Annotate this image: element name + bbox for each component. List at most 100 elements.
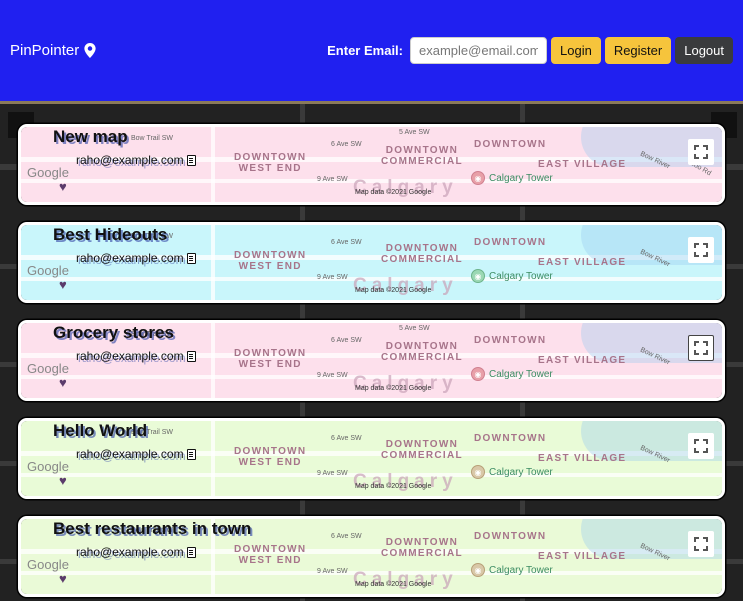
map-title[interactable]: New map (53, 127, 128, 147)
camera-icon: ◉ (471, 367, 485, 381)
map-area-label: DOWNTOWN COMMERCIAL (381, 145, 463, 167)
street-label: 6 Ave SW (331, 141, 362, 148)
map-area-label: DOWNTOWN COMMERCIAL (381, 537, 463, 559)
map-owner: raho@example.com (76, 545, 196, 559)
street-label: 5 Ave SW (399, 129, 430, 136)
poi-calgary-tower[interactable]: ◉ Calgary Tower (471, 171, 553, 185)
brand[interactable]: PinPointer (10, 42, 96, 59)
camera-icon: ◉ (471, 563, 485, 577)
heart-icon[interactable]: ♥ (59, 571, 67, 586)
auth-controls: Enter Email: Login Register Logout (327, 37, 733, 64)
clipboard-icon[interactable] (186, 448, 196, 460)
register-button[interactable]: Register (604, 37, 672, 64)
map-area-label: DOWNTOWN (474, 237, 547, 248)
map-area-label: EAST VILLAGE (538, 355, 627, 366)
map-area-label: DOWNTOWN COMMERCIAL (381, 243, 463, 265)
google-logo: Google (27, 459, 69, 474)
poi-calgary-tower[interactable]: ◉ Calgary Tower (471, 367, 553, 381)
map-owner: raho@example.com (76, 251, 196, 265)
poi-calgary-tower[interactable]: ◉ Calgary Tower (471, 269, 553, 283)
street-label: Bow Trail SW (131, 135, 174, 142)
email-input[interactable] (410, 37, 547, 64)
map-owner: raho@example.com (76, 349, 196, 363)
map-list: Bow Trail SW 5 Ave SW 6 Ave SW 9 Ave SW … (18, 124, 725, 601)
map-title[interactable]: Best restaurants in town (53, 519, 251, 539)
map-title[interactable]: Best Hideouts (53, 225, 167, 245)
map-area-label: EAST VILLAGE (538, 551, 627, 562)
heart-icon[interactable]: ♥ (59, 375, 67, 390)
map-attribution: Map data ©2021 Google (355, 189, 432, 196)
google-logo: Google (27, 263, 69, 278)
brand-name[interactable]: PinPointer (10, 42, 79, 59)
clipboard-icon[interactable] (186, 350, 196, 362)
poi-label: Calgary Tower (489, 368, 553, 380)
poi-label: Calgary Tower (489, 270, 553, 282)
fullscreen-icon (694, 145, 708, 159)
street-label: 5 Ave SW (399, 325, 430, 332)
owner-email: raho@example.com (76, 251, 184, 265)
camera-icon: ◉ (471, 269, 485, 283)
fullscreen-button[interactable] (688, 433, 714, 459)
map-card[interactable]: Bow Trail SW 6 Ave SW 9 Ave SW Bow River… (18, 418, 725, 499)
map-area-label: DOWNTOWN WEST END (234, 348, 307, 370)
poi-label: Calgary Tower (489, 172, 553, 184)
map-card[interactable]: Bow Trail SW 5 Ave SW 6 Ave SW 9 Ave SW … (18, 320, 725, 401)
map-area-label: DOWNTOWN WEST END (234, 544, 307, 566)
owner-email: raho@example.com (76, 447, 184, 461)
map-area-label: DOWNTOWN WEST END (234, 250, 307, 272)
street-label: 9 Ave SW (317, 568, 348, 575)
poi-calgary-tower[interactable]: ◉ Calgary Tower (471, 465, 553, 479)
owner-email: raho@example.com (76, 153, 184, 167)
navbar-divider (0, 101, 743, 104)
map-owner: raho@example.com (76, 153, 196, 167)
map-title[interactable]: Hello World (53, 421, 147, 441)
heart-icon[interactable]: ♥ (59, 277, 67, 292)
street-label: 9 Ave SW (317, 470, 348, 477)
street-label: 6 Ave SW (331, 533, 362, 540)
map-area-label: EAST VILLAGE (538, 159, 627, 170)
map-attribution: Map data ©2021 Google (355, 287, 432, 294)
map-area-label: DOWNTOWN (474, 139, 547, 150)
navbar: PinPointer Enter Email: Login Register L… (0, 0, 743, 101)
login-button[interactable]: Login (551, 37, 601, 64)
street-label: 6 Ave SW (331, 435, 362, 442)
email-label: Enter Email: (327, 43, 403, 58)
map-card[interactable]: Bow Trail SW 6 Ave SW 9 Ave SW Bow River… (18, 222, 725, 303)
map-title[interactable]: Grocery stores (53, 323, 174, 343)
fullscreen-button[interactable] (688, 531, 714, 557)
heart-icon[interactable]: ♥ (59, 473, 67, 488)
google-logo: Google (27, 361, 69, 376)
fullscreen-icon (694, 439, 708, 453)
google-logo: Google (27, 557, 69, 572)
map-area-label: DOWNTOWN WEST END (234, 446, 307, 468)
map-area-label: DOWNTOWN COMMERCIAL (381, 341, 463, 363)
map-area-label: EAST VILLAGE (538, 453, 627, 464)
poi-label: Calgary Tower (489, 466, 553, 478)
clipboard-icon[interactable] (186, 252, 196, 264)
clipboard-icon[interactable] (186, 546, 196, 558)
street-label: 9 Ave SW (317, 372, 348, 379)
map-area-label: DOWNTOWN (474, 531, 547, 542)
street-label: 9 Ave SW (317, 176, 348, 183)
fullscreen-icon (694, 341, 708, 355)
map-attribution: Map data ©2021 Google (355, 581, 432, 588)
clipboard-icon[interactable] (186, 154, 196, 166)
logout-button[interactable]: Logout (675, 37, 733, 64)
fullscreen-icon (694, 243, 708, 257)
fullscreen-button[interactable] (688, 139, 714, 165)
fullscreen-button[interactable] (688, 335, 714, 361)
fullscreen-icon (694, 537, 708, 551)
camera-icon: ◉ (471, 465, 485, 479)
map-area-label: DOWNTOWN WEST END (234, 152, 307, 174)
map-card[interactable]: Bow Trail SW 5 Ave SW 6 Ave SW 9 Ave SW … (18, 124, 725, 205)
google-logo: Google (27, 165, 69, 180)
map-card[interactable]: Bow Trail SW 6 Ave SW 9 Ave SW Bow River… (18, 516, 725, 597)
map-area-label: DOWNTOWN (474, 335, 547, 346)
map-attribution: Map data ©2021 Google (355, 483, 432, 490)
map-owner: raho@example.com (76, 447, 196, 461)
poi-calgary-tower[interactable]: ◉ Calgary Tower (471, 563, 553, 577)
heart-icon[interactable]: ♥ (59, 179, 67, 194)
camera-icon: ◉ (471, 171, 485, 185)
fullscreen-button[interactable] (688, 237, 714, 263)
owner-email: raho@example.com (76, 545, 184, 559)
